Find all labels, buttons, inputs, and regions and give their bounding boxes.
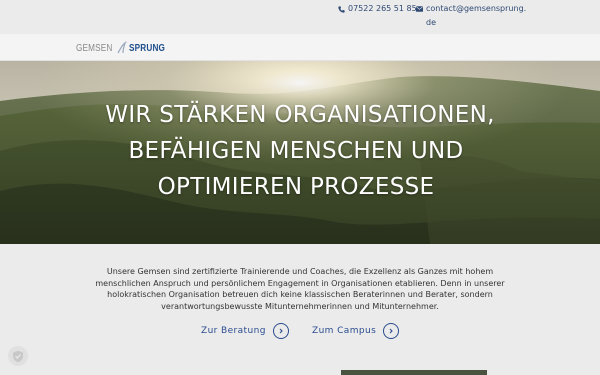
privacy-shield-icon[interactable] bbox=[8, 346, 28, 366]
hero-line-1: WIR STÄRKEN ORGANISATIONEN, bbox=[105, 102, 495, 128]
hero-headline: WIR STÄRKEN ORGANISATIONEN, BEFÄHIGEN ME… bbox=[0, 97, 600, 205]
logo-text-sprung: SPRUNG bbox=[128, 42, 165, 54]
hero-banner: WIR STÄRKEN ORGANISATIONEN, BEFÄHIGEN ME… bbox=[0, 61, 600, 244]
main-navbar: GEMSEN SPRUNG bbox=[0, 34, 600, 61]
email-contact[interactable]: contact@gemsensprung.de bbox=[414, 2, 532, 30]
beratung-link-label: Zur Beratung bbox=[201, 326, 266, 336]
intro-paragraph: Unsere Gemsen sind zertifizierte Trainie… bbox=[95, 267, 505, 311]
teaser-image bbox=[341, 370, 487, 375]
top-contact-bar: 07522 265 51 85 contact@gemsensprung.de bbox=[0, 0, 600, 34]
site-logo[interactable]: GEMSEN SPRUNG bbox=[76, 40, 173, 56]
phone-contact[interactable]: 07522 265 51 85 bbox=[336, 2, 417, 16]
beratung-link[interactable]: Zur Beratung bbox=[201, 323, 289, 339]
hero-line-2: BEFÄHIGEN MENSCHEN UND bbox=[128, 138, 464, 164]
arrow-right-icon bbox=[383, 323, 400, 339]
logo-mark-icon bbox=[117, 41, 127, 54]
campus-link-label: Zum Campus bbox=[312, 326, 377, 336]
logo-text-gemsen: GEMSEN bbox=[76, 42, 113, 54]
email-address[interactable]: contact@gemsensprung.de bbox=[426, 2, 530, 30]
campus-link[interactable]: Zum Campus bbox=[312, 323, 400, 339]
hero-line-3: OPTIMIEREN PROZESSE bbox=[157, 174, 435, 200]
mail-icon bbox=[414, 2, 424, 16]
cta-links: Zur Beratung Zum Campus bbox=[0, 322, 600, 340]
phone-icon bbox=[336, 2, 346, 16]
arrow-right-icon bbox=[272, 323, 289, 339]
phone-number[interactable]: 07522 265 51 85 bbox=[348, 2, 417, 16]
